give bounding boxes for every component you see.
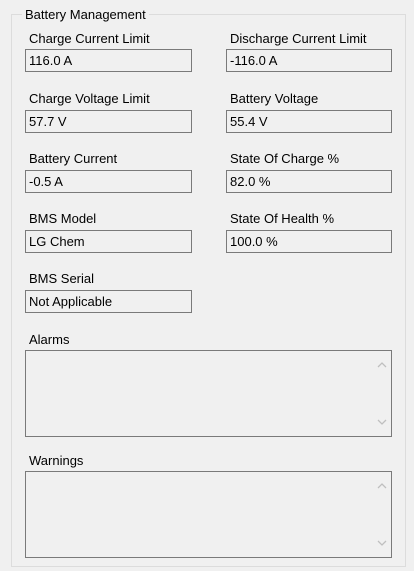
group-title: Battery Management (22, 7, 149, 23)
chevron-up-icon[interactable] (377, 481, 387, 491)
state-of-health-label: State Of Health % (230, 211, 335, 226)
chevron-down-icon[interactable] (377, 538, 387, 548)
alarms-scrollbar[interactable] (374, 351, 391, 436)
alarms-label: Alarms (29, 332, 70, 347)
bms-model-field[interactable]: LG Chem (25, 230, 192, 253)
bms-serial-field[interactable]: Not Applicable (25, 290, 192, 313)
alarms-textarea[interactable] (25, 350, 392, 437)
chevron-down-icon[interactable] (377, 417, 387, 427)
discharge-current-limit-label: Discharge Current Limit (230, 31, 367, 46)
warnings-scrollbar[interactable] (374, 472, 391, 557)
charge-voltage-limit-label: Charge Voltage Limit (29, 91, 150, 106)
chevron-up-icon[interactable] (377, 360, 387, 370)
discharge-current-limit-field[interactable]: -116.0 A (226, 49, 392, 72)
battery-voltage-field[interactable]: 55.4 V (226, 110, 392, 133)
state-of-charge-label: State Of Charge % (230, 151, 340, 166)
charge-current-limit-label: Charge Current Limit (29, 31, 150, 46)
charge-voltage-limit-field[interactable]: 57.7 V (25, 110, 192, 133)
bms-model-label: BMS Model (29, 211, 97, 226)
state-of-charge-field[interactable]: 82.0 % (226, 170, 392, 193)
warnings-label: Warnings (29, 453, 84, 468)
bms-serial-label: BMS Serial (29, 271, 95, 286)
battery-current-label: Battery Current (29, 151, 118, 166)
warnings-textarea[interactable] (25, 471, 392, 558)
charge-current-limit-field[interactable]: 116.0 A (25, 49, 192, 72)
battery-voltage-label: Battery Voltage (230, 91, 319, 106)
state-of-health-field[interactable]: 100.0 % (226, 230, 392, 253)
battery-current-field[interactable]: -0.5 A (25, 170, 192, 193)
